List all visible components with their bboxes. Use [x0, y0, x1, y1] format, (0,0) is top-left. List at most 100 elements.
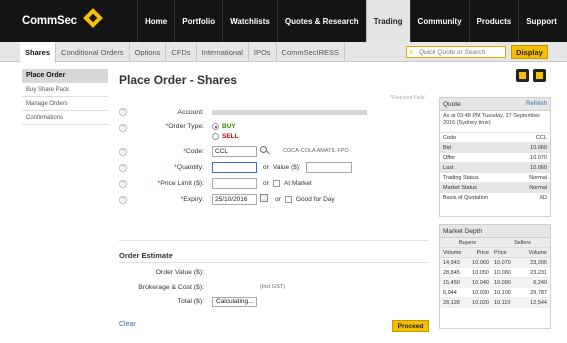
- quote-row-value: CCL: [535, 134, 547, 141]
- quantity-input[interactable]: [212, 162, 257, 173]
- incl-gst-note: (Incl GST): [260, 284, 286, 290]
- quote-row-label: Last: [443, 164, 454, 171]
- top-nav-watchlists[interactable]: Watchlists: [222, 0, 277, 42]
- sub-nav-shares[interactable]: Shares: [20, 42, 57, 63]
- top-nav-community[interactable]: Community: [409, 0, 469, 42]
- or-separator-quantity: or: [263, 164, 269, 171]
- top-nav-quotes-research[interactable]: Quotes & Research: [276, 0, 366, 42]
- quote-row-label: Market Status: [443, 184, 477, 191]
- sub-nav-commsec-iress[interactable]: CommSecIRESS: [277, 42, 346, 62]
- or-separator-expiry: or: [275, 196, 281, 203]
- table-cell: 10.110: [494, 300, 511, 306]
- sell-radio[interactable]: [212, 133, 219, 140]
- page-title: Place Order - Shares: [119, 73, 238, 87]
- clear-link[interactable]: Clear: [119, 321, 136, 328]
- depth-column-header: Volume Price Price Volume: [440, 248, 550, 258]
- table-cell: 10.100: [494, 290, 511, 296]
- table-cell: 10.050: [472, 270, 489, 276]
- account-value-masked: [212, 110, 367, 115]
- table-cell: 10.060: [472, 260, 489, 266]
- sub-nav-conditional-orders[interactable]: Conditional Orders: [56, 42, 130, 62]
- sub-nav-ipos[interactable]: IPOs: [249, 42, 277, 62]
- quantity-label: *Quantity:: [174, 164, 204, 171]
- quote-row: Last 10.060: [440, 162, 550, 172]
- buyers-label: Buyers: [458, 240, 477, 246]
- table-row: 15,450 10.040 10.090 6,240: [440, 278, 550, 288]
- sub-nav-international[interactable]: International: [197, 42, 249, 62]
- table-cell: 29,787: [530, 290, 547, 296]
- calendar-icon[interactable]: [260, 194, 268, 202]
- sub-nav: Shares Conditional Orders Options CFDs I…: [20, 42, 346, 63]
- buy-label: BUY: [222, 123, 236, 130]
- depth-group-header: Buyers Sellers: [440, 238, 550, 248]
- quote-row-label: Basis of Quotation: [443, 194, 488, 201]
- table-cell: 6,944: [443, 290, 457, 296]
- quote-title: Quote: [443, 100, 461, 108]
- code-label-text: Code:: [185, 148, 204, 155]
- refresh-link[interactable]: Refresh: [526, 101, 547, 107]
- price-limit-label-text: Price Limit ($):: [160, 180, 204, 187]
- total-value: Calculating...: [212, 297, 257, 307]
- quote-row-value: Normal: [529, 184, 547, 191]
- quick-quote-box: ⌕: [406, 46, 506, 58]
- value-input[interactable]: [306, 162, 352, 173]
- sellers-label: Sellers: [514, 240, 531, 246]
- top-navigation-bar: CommSec Home Portfolio Watchlists Quotes…: [0, 0, 567, 42]
- search-icon[interactable]: [260, 146, 267, 153]
- print-icon[interactable]: [533, 69, 546, 82]
- order-estimate-heading: Order Estimate: [119, 251, 173, 260]
- top-nav-portfolio[interactable]: Portfolio: [174, 0, 222, 42]
- table-cell: 10.070: [494, 260, 511, 266]
- table-cell: 28,845: [443, 270, 460, 276]
- market-depth-header: Market Depth: [440, 225, 550, 238]
- sub-nav-cfds[interactable]: CFDs: [166, 42, 197, 62]
- quote-row-value: 10.070: [530, 154, 547, 161]
- top-nav-support[interactable]: Support: [518, 0, 564, 42]
- table-row: 6,944 10.030 10.100 29,787: [440, 288, 550, 298]
- price-limit-input[interactable]: [212, 178, 257, 189]
- search-icon: ⌕: [409, 47, 414, 56]
- table-cell: 10.020: [472, 300, 489, 306]
- order-value-label: Order Value ($):: [155, 269, 204, 276]
- left-menu-buy-share-pack[interactable]: Buy Share Pack: [22, 83, 108, 97]
- code-description: COCA-COLA AMATIL FPO: [283, 148, 349, 154]
- table-cell: 10.030: [472, 290, 489, 296]
- export-icon[interactable]: [516, 69, 529, 82]
- quote-panel: Quote Refresh As at 03:48 PM Tuesday, 27…: [439, 97, 551, 217]
- at-market-checkbox[interactable]: [273, 180, 280, 187]
- quote-row-label: Trading Status: [443, 174, 479, 181]
- table-cell: 10.090: [494, 280, 511, 286]
- sub-nav-options[interactable]: Options: [130, 42, 167, 62]
- quote-row-label: Code: [443, 134, 457, 141]
- quote-row: Market Status Normal: [440, 182, 550, 192]
- quote-row: Trading Status Normal: [440, 172, 550, 182]
- column-header: Volume: [443, 250, 462, 256]
- table-cell: 23,206: [530, 260, 547, 266]
- top-nav-trading[interactable]: Trading: [365, 0, 410, 42]
- brand-logo-icon[interactable]: [83, 8, 103, 28]
- column-header: Price: [494, 250, 507, 256]
- table-cell: 10.040: [472, 280, 489, 286]
- buy-radio[interactable]: [212, 123, 219, 130]
- section-divider: [119, 240, 429, 241]
- page-tools: [516, 69, 546, 82]
- table-row: 28,128 10.020 10.110 12,544: [440, 298, 550, 308]
- brand-logo-text[interactable]: CommSec: [22, 15, 77, 27]
- proceed-button[interactable]: Proceed: [392, 320, 429, 332]
- display-button[interactable]: Display: [511, 45, 548, 59]
- code-label: *Code:: [183, 148, 204, 155]
- left-menu-place-order[interactable]: Place Order: [22, 69, 108, 83]
- good-for-day-checkbox[interactable]: [285, 196, 292, 203]
- top-nav-products[interactable]: Products: [468, 0, 519, 42]
- expiry-input[interactable]: 25/10/2016: [212, 194, 257, 205]
- quote-row-value: 10.060: [530, 164, 547, 171]
- quote-timestamp: As at 03:48 PM Tuesday, 27 September 201…: [443, 113, 541, 126]
- code-input[interactable]: CCL: [212, 146, 257, 157]
- account-label: Account:: [177, 109, 204, 116]
- table-cell: 14,943: [443, 260, 460, 266]
- quote-row-label: Bid: [443, 144, 451, 151]
- quick-quote-input[interactable]: [419, 48, 504, 57]
- top-nav-home[interactable]: Home: [137, 0, 174, 42]
- total-label: Total ($):: [177, 298, 204, 305]
- table-cell: 10.080: [494, 270, 511, 276]
